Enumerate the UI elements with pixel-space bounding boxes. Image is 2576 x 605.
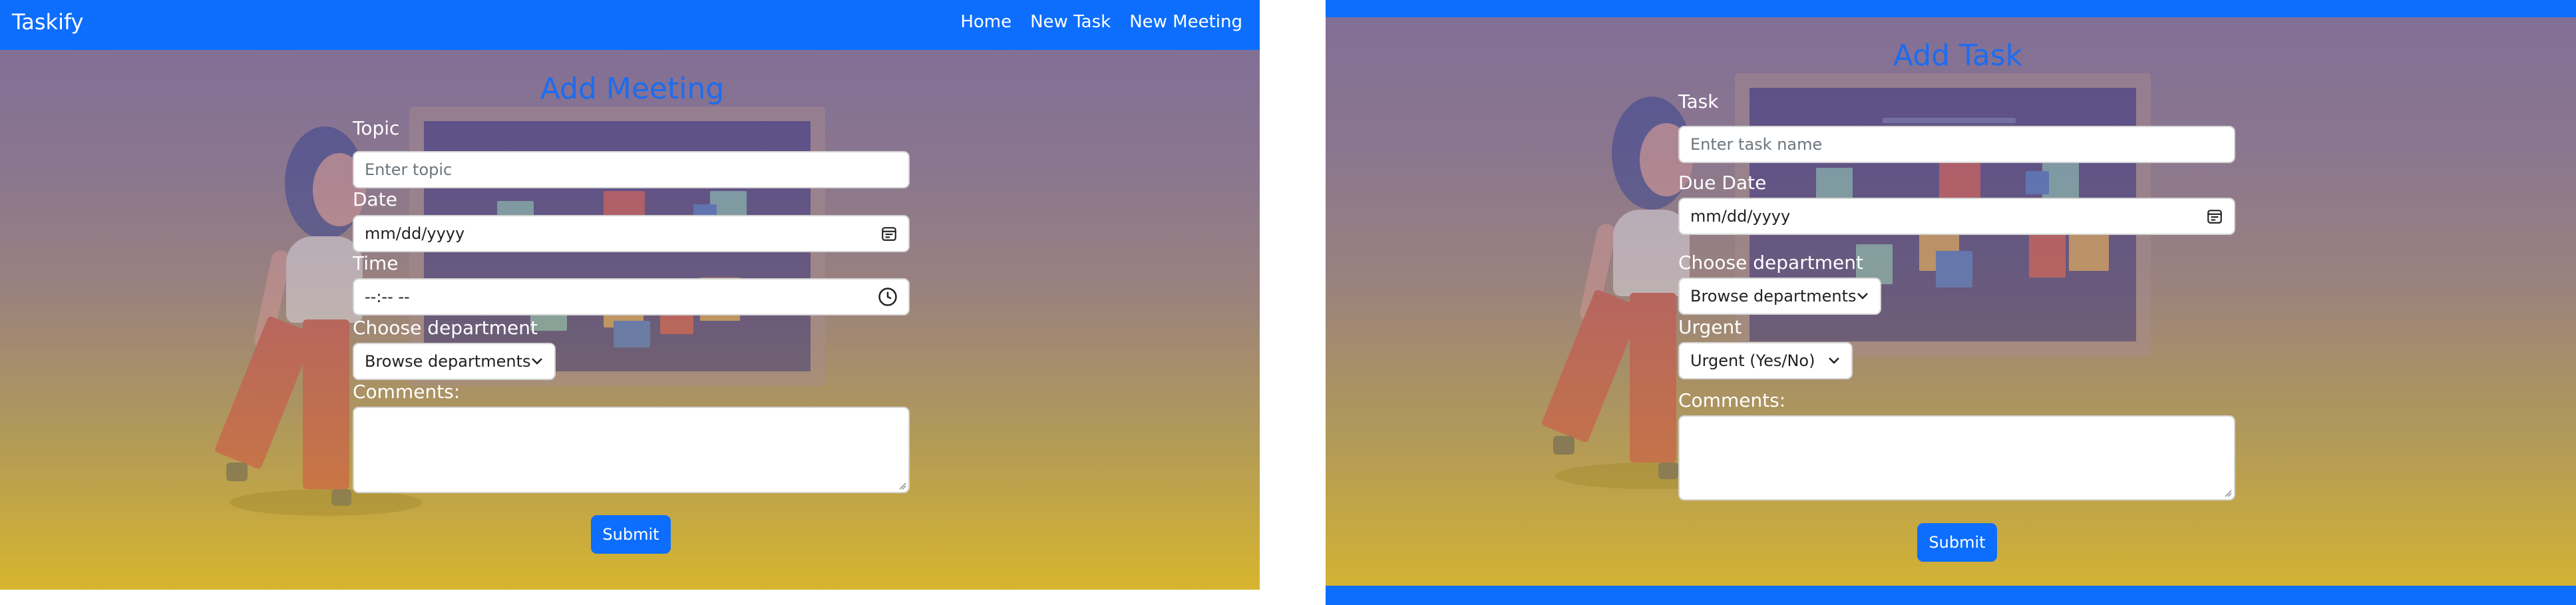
urgent-select[interactable]: Urgent (Yes/No) bbox=[1678, 342, 1853, 379]
comments-textarea[interactable] bbox=[353, 407, 910, 493]
footer-bar bbox=[1326, 586, 2576, 605]
page-title: Add Meeting bbox=[540, 72, 725, 106]
task-page: Add Task Task Enter task name Due Date m… bbox=[1326, 0, 2576, 605]
background-illustration bbox=[1326, 0, 2576, 605]
clock-icon[interactable] bbox=[878, 287, 898, 307]
urgent-label: Urgent bbox=[1678, 316, 1742, 338]
nav-new-task-link[interactable]: New Task bbox=[1030, 12, 1111, 32]
task-label: Task bbox=[1678, 91, 1719, 112]
submit-button[interactable]: Submit bbox=[1917, 523, 1997, 562]
due-date-input[interactable]: mm/dd/yyyy bbox=[1678, 198, 2235, 235]
department-label: Choose department bbox=[1678, 252, 1863, 274]
topic-label: Topic bbox=[353, 117, 400, 139]
topic-input[interactable]: Enter topic bbox=[353, 151, 910, 188]
chevron-down-icon bbox=[1829, 357, 1839, 364]
task-input[interactable]: Enter task name bbox=[1678, 126, 2235, 163]
submit-button[interactable]: Submit bbox=[591, 515, 671, 554]
chevron-down-icon bbox=[1857, 293, 1868, 300]
time-input[interactable]: --:-- -- bbox=[353, 278, 910, 315]
nav-links: Home New Task New Meeting bbox=[960, 12, 1242, 32]
due-date-label: Due Date bbox=[1678, 172, 1767, 194]
department-select[interactable]: Browse departments bbox=[353, 343, 556, 380]
brand-logo[interactable]: Taskify bbox=[12, 9, 84, 35]
comments-label: Comments: bbox=[353, 381, 460, 403]
comments-textarea[interactable] bbox=[1678, 415, 2235, 501]
nav-new-meeting-link[interactable]: New Meeting bbox=[1129, 12, 1242, 32]
date-label: Date bbox=[353, 188, 397, 210]
navbar: Taskify Home New Task New Meeting bbox=[0, 0, 1260, 50]
page-title: Add Task bbox=[1893, 39, 2023, 73]
time-label: Time bbox=[353, 252, 399, 274]
nav-home-link[interactable]: Home bbox=[960, 12, 1012, 32]
date-input[interactable]: mm/dd/yyyy bbox=[353, 215, 910, 252]
calendar-icon[interactable] bbox=[880, 225, 898, 242]
chevron-down-icon bbox=[532, 358, 542, 365]
department-select[interactable]: Browse departments bbox=[1678, 278, 1881, 315]
calendar-icon[interactable] bbox=[2206, 208, 2223, 225]
resize-handle-icon[interactable] bbox=[2224, 489, 2232, 497]
department-label: Choose department bbox=[353, 317, 538, 339]
resize-handle-icon[interactable] bbox=[898, 482, 906, 490]
meeting-page: Taskify Home New Task New Meeting Add Me… bbox=[0, 0, 1260, 590]
comments-label: Comments: bbox=[1678, 389, 1786, 411]
